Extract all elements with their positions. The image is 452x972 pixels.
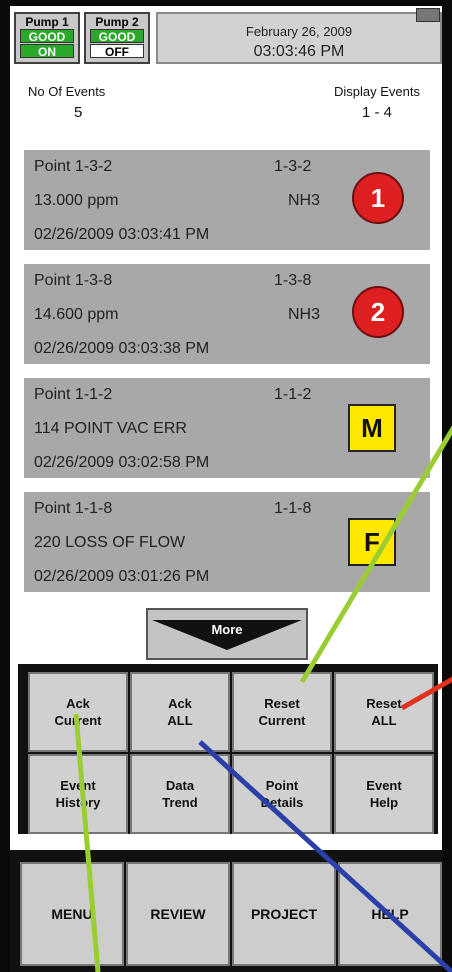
- event-gas: NH3: [288, 306, 321, 323]
- help-button[interactable]: HELP: [338, 862, 442, 966]
- event-gas: NH3: [288, 192, 321, 209]
- display-events-label: Display Events: [334, 84, 420, 99]
- event-value: 13.000 ppm: [34, 192, 119, 209]
- event-point-name: Point 1-3-8: [34, 272, 113, 289]
- date-time-display: February 26, 2009 03:03:46 PM: [156, 12, 442, 64]
- point-details-button[interactable]: Point Details: [232, 754, 332, 834]
- more-button-label: More: [211, 622, 243, 637]
- pump-2-state: OFF: [90, 44, 144, 59]
- event-help-button[interactable]: Event Help: [334, 754, 434, 834]
- events-count: 5: [74, 104, 83, 121]
- reset-current-button[interactable]: Reset Current: [232, 672, 332, 752]
- keyboard-icon[interactable]: [416, 8, 440, 22]
- current-date: February 26, 2009: [245, 24, 353, 39]
- ack-current-button[interactable]: Ack Current: [28, 672, 128, 752]
- event-point-code: 1-1-8: [274, 500, 312, 517]
- event-history-button[interactable]: Event History: [28, 754, 128, 834]
- maintenance-badge: M: [348, 404, 396, 452]
- alarm-level-badge: 1: [352, 172, 404, 224]
- frame-right: [442, 0, 452, 972]
- event-point-code: 1-1-2: [274, 386, 312, 403]
- pump-1-health: GOOD: [20, 29, 74, 44]
- event-point-name: Point 1-1-2: [34, 386, 113, 403]
- alarm-level-badge: 2: [352, 286, 404, 338]
- event-timestamp: 02/26/2009 03:01:26 PM: [34, 568, 210, 585]
- pump-2-name: Pump 2: [95, 15, 139, 29]
- ack-all-button[interactable]: Ack ALL: [130, 672, 230, 752]
- frame-left: [0, 0, 10, 972]
- frame-top: [0, 0, 452, 6]
- event-timestamp: 02/26/2009 03:03:41 PM: [34, 226, 210, 243]
- event-timestamp: 02/26/2009 03:03:38 PM: [34, 340, 210, 357]
- review-button[interactable]: REVIEW: [126, 862, 230, 966]
- pump-1-state: ON: [20, 44, 74, 59]
- event-point-code: 1-3-2: [274, 158, 312, 175]
- display-events-range: 1 - 4: [362, 104, 393, 121]
- pump-2-health: GOOD: [90, 29, 144, 44]
- event-card-2[interactable]: Point 1-3-8 1-3-8 14.600 ppm NH3 02/26/2…: [24, 264, 430, 364]
- event-point-name: Point 1-3-2: [34, 158, 113, 175]
- reset-all-button[interactable]: Reset ALL: [334, 672, 434, 752]
- fault-badge: F: [348, 518, 396, 566]
- project-button[interactable]: PROJECT: [232, 862, 336, 966]
- pump-2-status: Pump 2 GOOD OFF: [84, 12, 150, 64]
- event-value: 220 LOSS OF FLOW: [34, 534, 186, 551]
- event-card-1[interactable]: Point 1-3-2 1-3-2 13.000 ppm NH3 02/26/2…: [24, 150, 430, 250]
- events-count-label: No Of Events: [28, 84, 106, 99]
- event-point-code: 1-3-8: [274, 272, 312, 289]
- pump-1-status: Pump 1 GOOD ON: [14, 12, 80, 64]
- current-time: 03:03:46 PM: [253, 43, 345, 60]
- event-card-4[interactable]: Point 1-1-8 1-1-8 220 LOSS OF FLOW 02/26…: [24, 492, 430, 592]
- pump-1-name: Pump 1: [25, 15, 69, 29]
- event-value: 14.600 ppm: [34, 306, 119, 323]
- event-point-name: Point 1-1-8: [34, 500, 113, 517]
- event-timestamp: 02/26/2009 03:02:58 PM: [34, 454, 210, 471]
- event-card-3[interactable]: Point 1-1-2 1-1-2 114 POINT VAC ERR 02/2…: [24, 378, 430, 478]
- data-trend-button[interactable]: Data Trend: [130, 754, 230, 834]
- more-button[interactable]: More: [146, 608, 308, 660]
- menu-button[interactable]: MENU: [20, 862, 124, 966]
- device-screen: Pump 1 GOOD ON Pump 2 GOOD OFF February …: [0, 0, 452, 972]
- event-value: 114 POINT VAC ERR: [34, 420, 187, 437]
